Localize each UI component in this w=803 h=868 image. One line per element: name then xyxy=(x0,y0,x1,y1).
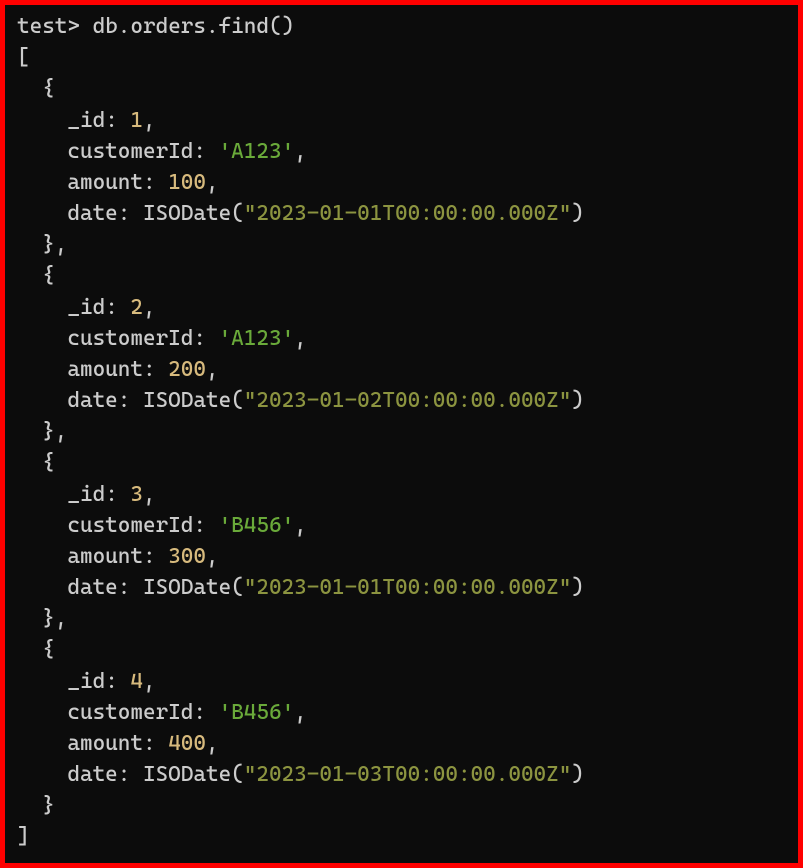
value-id-1: 2 xyxy=(130,295,143,320)
object-open: { xyxy=(42,76,55,101)
field-id: _id xyxy=(67,482,105,507)
field-id: _id xyxy=(67,669,105,694)
object-close: }, xyxy=(42,419,67,444)
value-date-1: 2023-01-02T00:00:00.000Z xyxy=(256,388,558,413)
value-date-3: 2023-01-03T00:00:00.000Z xyxy=(256,762,558,787)
value-date-2: 2023-01-01T00:00:00.000Z xyxy=(256,575,558,600)
array-close: ] xyxy=(17,824,30,849)
object-close: }, xyxy=(42,232,67,257)
field-date: date xyxy=(67,762,117,787)
value-id-3: 4 xyxy=(130,669,143,694)
command-text: db.orders.find() xyxy=(93,14,295,39)
iso-fn: ISODate xyxy=(143,762,231,787)
field-customer: customerId xyxy=(67,700,193,725)
terminal-output: test> db.orders.find() [ { _id: 1, custo… xyxy=(0,0,803,868)
field-customer: customerId xyxy=(67,326,193,351)
field-amount: amount xyxy=(67,731,143,756)
value-amount-3: 400 xyxy=(168,731,206,756)
object-close: } xyxy=(42,793,55,818)
field-customer: customerId xyxy=(67,513,193,538)
value-amount-1: 200 xyxy=(168,357,206,382)
object-close: }, xyxy=(42,606,67,631)
field-amount: amount xyxy=(67,357,143,382)
value-cust-3: 'B456' xyxy=(219,700,295,725)
iso-fn: ISODate xyxy=(143,388,231,413)
array-open: [ xyxy=(17,45,30,70)
field-id: _id xyxy=(67,295,105,320)
prompt-line[interactable]: test> db.orders.find() xyxy=(17,14,294,39)
value-id-0: 1 xyxy=(130,108,143,133)
object-open: { xyxy=(42,450,55,475)
iso-fn: ISODate xyxy=(143,201,231,226)
value-amount-2: 300 xyxy=(168,544,206,569)
value-id-2: 3 xyxy=(130,482,143,507)
field-date: date xyxy=(67,388,117,413)
object-open: { xyxy=(42,263,55,288)
value-date-0: 2023-01-01T00:00:00.000Z xyxy=(256,201,558,226)
prompt-prefix: test> xyxy=(17,14,80,39)
field-id: _id xyxy=(67,108,105,133)
value-cust-0: 'A123' xyxy=(219,139,295,164)
field-amount: amount xyxy=(67,170,143,195)
field-customer: customerId xyxy=(67,139,193,164)
value-amount-0: 100 xyxy=(168,170,206,195)
object-open: { xyxy=(42,637,55,662)
iso-fn: ISODate xyxy=(143,575,231,600)
value-cust-2: 'B456' xyxy=(219,513,295,538)
field-date: date xyxy=(67,575,117,600)
field-amount: amount xyxy=(67,544,143,569)
value-cust-1: 'A123' xyxy=(219,326,295,351)
field-date: date xyxy=(67,201,117,226)
